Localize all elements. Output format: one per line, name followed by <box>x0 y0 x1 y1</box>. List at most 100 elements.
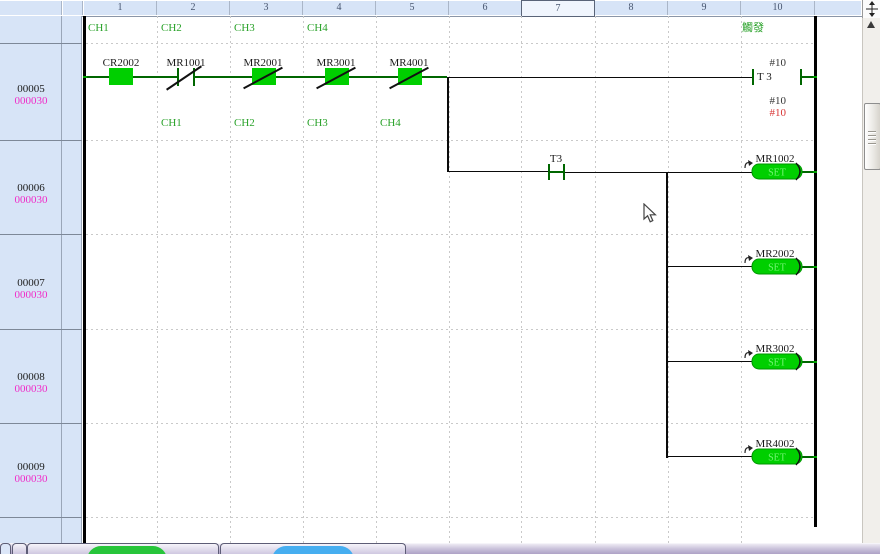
rail-connection-tick <box>83 76 87 78</box>
contact-t3[interactable] <box>563 164 565 180</box>
rail-connection-tick <box>813 171 817 173</box>
thumb-grip <box>868 135 876 137</box>
coil-instruction: SET <box>768 453 786 464</box>
coil-instruction: SET <box>768 358 786 369</box>
coil-mr1002[interactable]: SET <box>740 159 806 190</box>
row-header-address: 000030 <box>0 383 62 395</box>
coil-instruction: SET <box>768 168 786 179</box>
ruler-corner-cell <box>0 1 62 15</box>
grid-row-line <box>86 234 814 235</box>
row-header-address: 000030 <box>0 194 62 206</box>
ladder-editor-window: 1 2 3 4 5 6 7 8 9 10 00005 000030 00006 … <box>0 0 880 554</box>
grid-row-line <box>86 423 814 424</box>
set-arrow-icon <box>748 255 753 261</box>
ruler-margin-cell <box>63 1 83 15</box>
nc-slash <box>166 65 202 90</box>
branch-vertical-wire <box>666 172 668 458</box>
row-header-step[interactable]: 00009 <box>0 461 62 473</box>
coil-mr3002[interactable]: SET <box>740 349 806 380</box>
row-header-address: 000030 <box>0 289 62 301</box>
thumb-grip <box>868 131 876 133</box>
coil-mr4002[interactable]: SET <box>740 444 806 475</box>
ruler-end-cell <box>815 1 861 15</box>
coil-mr2002[interactable]: SET <box>740 254 806 285</box>
timer-operand-value: #10 <box>750 95 786 107</box>
grid-column-line <box>449 16 450 543</box>
grid-column-line <box>303 16 304 543</box>
timer-t3[interactable] <box>752 69 754 85</box>
set-arrow-icon <box>748 445 753 451</box>
row-header-step[interactable]: 00007 <box>0 277 62 289</box>
scroll-thumb[interactable] <box>864 103 880 170</box>
sidebar-divider <box>81 16 82 543</box>
grid-row-line <box>86 329 814 330</box>
ruler-cell-9[interactable]: 9 <box>668 1 741 15</box>
arrow-pointer-icon <box>644 204 655 222</box>
h-scrollbar-segment[interactable] <box>12 543 27 554</box>
ruler-cell-8[interactable]: 8 <box>595 1 668 15</box>
set-arrow-icon <box>748 160 753 166</box>
row-separator <box>0 234 82 235</box>
row-header-address: 000030 <box>0 95 62 107</box>
split-arrows-icon <box>865 1 879 17</box>
row-separator <box>0 329 82 330</box>
left-power-rail <box>83 16 86 543</box>
comment-cell[interactable]: CH1 <box>161 117 182 130</box>
scroll-up-icon[interactable] <box>867 21 875 28</box>
grid-column-line <box>668 16 669 543</box>
rail-connection-tick <box>813 266 817 268</box>
row-header-step[interactable]: 00006 <box>0 182 62 194</box>
grid-column-line <box>376 16 377 543</box>
trigger-comment-cell[interactable]: 觸發 <box>742 22 764 35</box>
ruler-cell-5[interactable]: 5 <box>376 1 449 15</box>
grid-row-line <box>86 140 814 141</box>
timer-label: T 3 <box>757 71 772 83</box>
ruler-cell-1[interactable]: 1 <box>84 1 157 15</box>
comment-cell[interactable]: CH3 <box>307 117 328 130</box>
vertical-scrollbar[interactable] <box>862 18 880 543</box>
ruler-cell-7-selected[interactable]: 7 <box>521 0 595 17</box>
contact-label: MR1001 <box>159 57 213 69</box>
contact-label: T3 <box>529 153 583 165</box>
contact-t3[interactable] <box>548 164 550 180</box>
grid-column-line <box>521 16 522 543</box>
set-arrow-icon <box>748 350 753 356</box>
right-power-rail <box>814 16 817 527</box>
grid-column-line <box>595 16 596 543</box>
h-scrollbar-segment[interactable] <box>0 543 11 554</box>
timer-t3[interactable] <box>800 69 802 85</box>
rung-wire <box>550 171 563 173</box>
mouse-cursor <box>643 203 659 230</box>
row-header-step[interactable]: 00008 <box>0 371 62 383</box>
timer-current-value: #10 <box>750 107 786 119</box>
row-separator <box>0 517 82 518</box>
ruler-cell-10[interactable]: 10 <box>741 1 815 15</box>
comment-cell[interactable]: CH4 <box>380 117 401 130</box>
grid-row-line <box>86 43 814 44</box>
ruler-cell-2[interactable]: 2 <box>157 1 230 15</box>
ruler-cell-3[interactable]: 3 <box>230 1 303 15</box>
rung-wire <box>447 77 752 78</box>
comment-cell[interactable]: CH2 <box>234 117 255 130</box>
green-indicator <box>87 546 167 554</box>
split-handle-button[interactable] <box>862 0 880 19</box>
comment-cell[interactable]: CH3 <box>234 22 255 35</box>
comment-cell[interactable]: CH4 <box>307 22 328 35</box>
grid-column-line <box>230 16 231 543</box>
row-header-step[interactable]: 00005 <box>0 83 62 95</box>
rail-connection-tick <box>813 76 817 78</box>
branch-drop-wire <box>447 77 449 172</box>
row-separator <box>0 140 82 141</box>
grid-column-line <box>157 16 158 543</box>
ruler-cell-4[interactable]: 4 <box>303 1 376 15</box>
rung-wire <box>565 172 753 173</box>
contact-cr2002[interactable] <box>109 68 133 85</box>
comment-cell[interactable]: CH2 <box>161 22 182 35</box>
timer-preset-value: #10 <box>750 57 786 69</box>
row-separator <box>0 423 82 424</box>
row-header-address: 000030 <box>0 473 62 485</box>
comment-cell[interactable]: CH1 <box>88 22 109 35</box>
ruler-cell-6[interactable]: 6 <box>449 1 522 15</box>
row-separator <box>0 43 82 44</box>
grid-row-line <box>86 517 814 518</box>
